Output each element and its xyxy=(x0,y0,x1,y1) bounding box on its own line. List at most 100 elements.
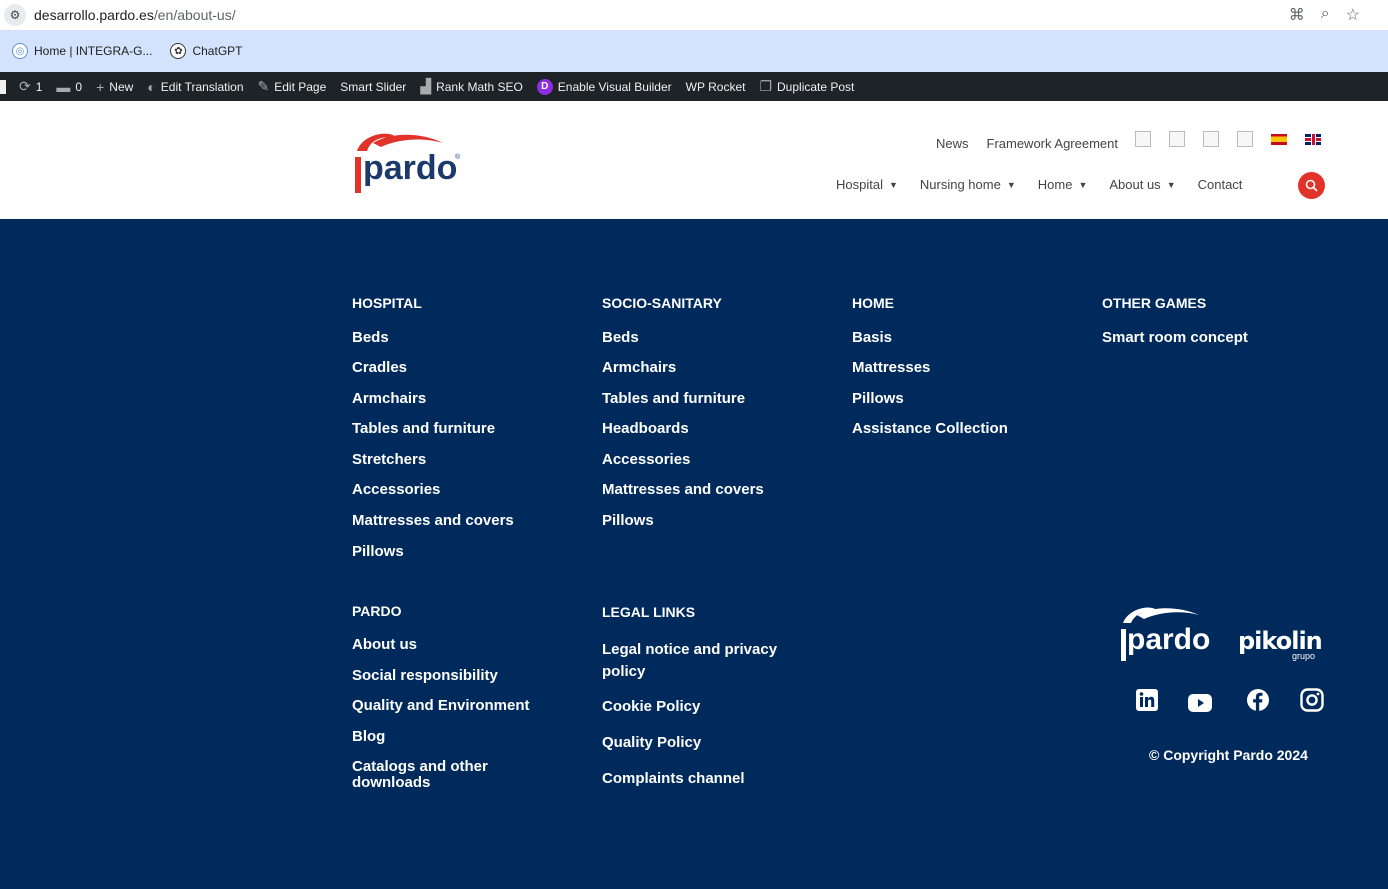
footer-link[interactable]: Stretchers xyxy=(352,451,426,468)
nav-hospital[interactable]: Hospital ▼ xyxy=(836,177,898,192)
flag-image-icon[interactable] xyxy=(1203,131,1219,147)
bookmark-star-icon[interactable]: ☆ xyxy=(1346,5,1360,25)
footer-link[interactable]: Catalogs and other downloads xyxy=(352,759,542,791)
copyright-text: © Copyright Pardo 2024 xyxy=(1149,747,1308,763)
search-icon xyxy=(1305,179,1318,192)
nav-news[interactable]: News xyxy=(936,136,969,151)
english-flag-icon[interactable] xyxy=(1305,133,1321,145)
bookmarks-bar: ◎ Home | INTEGRA-G... ✿ ChatGPT xyxy=(0,30,1388,72)
translate-icon[interactable]: ⌘ xyxy=(1289,5,1305,25)
footer-link[interactable]: Beds xyxy=(352,329,389,346)
chart-icon: ▟ xyxy=(420,78,432,94)
footer-link[interactable]: Tables and furniture xyxy=(352,420,495,437)
new-item[interactable]: + New xyxy=(89,72,140,101)
footer-link[interactable]: Social responsibility xyxy=(352,667,498,684)
url-path: /en/about-us/ xyxy=(153,7,236,23)
pencil-icon: ✎ xyxy=(257,78,270,94)
duplicate-post-label: Duplicate Post xyxy=(777,79,855,94)
footer-link[interactable]: Basis xyxy=(852,329,892,346)
youtube-icon[interactable] xyxy=(1188,691,1212,715)
footer-heading-other-games: OTHER GAMES xyxy=(1102,295,1207,311)
footer-link[interactable]: Cookie Policy xyxy=(602,698,700,715)
spanish-flag-icon[interactable] xyxy=(1271,133,1287,145)
divi-icon: D xyxy=(536,78,553,95)
updates-count: 1 xyxy=(35,79,43,94)
nav-contact[interactable]: Contact xyxy=(1198,177,1243,192)
nav-home[interactable]: Home ▼ xyxy=(1038,177,1088,192)
footer-heading-hospital: HOSPITAL xyxy=(352,295,422,311)
bookmark-integra[interactable]: ◎ Home | INTEGRA-G... xyxy=(12,43,152,59)
duplicate-post-item[interactable]: ❐ Duplicate Post xyxy=(752,72,861,101)
edit-translation-item[interactable]: ◐ Edit Translation xyxy=(140,72,250,101)
footer-link[interactable]: Quality and Environment xyxy=(352,697,530,714)
footer-link[interactable]: Mattresses and covers xyxy=(352,512,514,529)
footer-link[interactable]: About us xyxy=(352,636,417,653)
flag-image-icon[interactable] xyxy=(1237,131,1253,147)
facebook-icon[interactable] xyxy=(1246,688,1270,712)
footer-link[interactable]: Blog xyxy=(352,728,385,745)
comments-count: 0 xyxy=(75,79,83,94)
footer-link[interactable]: Accessories xyxy=(602,451,690,468)
flag-image-icon[interactable] xyxy=(1169,131,1185,147)
comments-item[interactable]: ▬ 0 xyxy=(49,72,89,101)
smart-slider-item[interactable]: Smart Slider xyxy=(333,72,413,101)
footer-link[interactable]: Pillows xyxy=(852,390,904,407)
footer-heading-legal-links: LEGAL LINKS xyxy=(602,604,696,620)
footer-link[interactable]: Accessories xyxy=(352,481,440,498)
zoom-icon[interactable]: ⌕ xyxy=(1321,5,1330,25)
visual-builder-item[interactable]: D Enable Visual Builder xyxy=(530,72,679,101)
duplicate-icon: ❐ xyxy=(759,78,773,94)
visual-builder-label: Enable Visual Builder xyxy=(557,79,672,94)
linkedin-icon[interactable] xyxy=(1135,688,1159,712)
footer-heading-pardo: PARDO xyxy=(352,603,402,619)
footer-link[interactable]: Mattresses xyxy=(852,359,930,376)
bookmark-chatgpt[interactable]: ✿ ChatGPT xyxy=(170,43,242,59)
rank-math-item[interactable]: ▟ Rank Math SEO xyxy=(413,72,529,101)
updates-item[interactable]: ⟳ 1 xyxy=(12,72,49,101)
url-domain: desarrollo.pardo.es xyxy=(34,7,154,23)
nav-label: Nursing home xyxy=(919,177,1001,192)
flag-image-icon[interactable] xyxy=(1135,131,1151,147)
nav-label: About us xyxy=(1109,177,1161,192)
wp-rocket-label: WP Rocket xyxy=(685,79,746,94)
search-button[interactable] xyxy=(1298,172,1325,199)
admin-menu-edge[interactable] xyxy=(0,79,6,94)
top-nav: News Framework Agreement xyxy=(936,136,1118,151)
site-footer: HOSPITAL Beds Cradles Armchairs Tables a… xyxy=(0,219,1388,889)
footer-link[interactable]: Armchairs xyxy=(602,359,676,376)
footer-link[interactable]: Tables and furniture xyxy=(602,390,745,407)
nav-framework-agreement[interactable]: Framework Agreement xyxy=(987,136,1119,151)
footer-link[interactable]: Headboards xyxy=(602,420,689,437)
nav-nursing-home[interactable]: Nursing home ▼ xyxy=(920,177,1016,192)
footer-link[interactable]: Cradles xyxy=(352,359,407,376)
instagram-icon[interactable] xyxy=(1300,688,1324,712)
footer-link[interactable]: Smart room concept xyxy=(1102,329,1248,346)
nav-label: Contact xyxy=(1197,177,1243,192)
wp-rocket-item[interactable]: WP Rocket xyxy=(679,72,753,101)
url-field[interactable]: desarrollo.pardo.es/en/about-us/ xyxy=(34,7,236,23)
wp-admin-bar: ⟳ 1 ▬ 0 + New ◐ Edit Translation ✎ Edit Page … xyxy=(0,72,1388,101)
chevron-down-icon: ▼ xyxy=(1078,179,1088,190)
footer-heading-socio-sanitary: SOCIO-SANITARY xyxy=(602,295,722,311)
footer-link[interactable]: Assistance Collection xyxy=(852,420,1008,437)
edit-page-item[interactable]: ✎ Edit Page xyxy=(251,72,334,101)
bookmark-label: Home | INTEGRA-G... xyxy=(34,44,153,58)
pardo-footer-logo: pardo xyxy=(1121,607,1210,661)
comment-icon: ▬ xyxy=(56,78,71,95)
chevron-down-icon: ▼ xyxy=(888,179,898,190)
footer-link[interactable]: Armchairs xyxy=(352,390,426,407)
footer-link[interactable]: Beds xyxy=(602,329,639,346)
nav-about-us[interactable]: About us ▼ xyxy=(1109,177,1175,192)
footer-link[interactable]: Legal notice and privacy policy xyxy=(602,639,802,683)
smart-slider-label: Smart Slider xyxy=(340,79,407,94)
site-info-icon[interactable]: ⚙ xyxy=(4,4,26,26)
pardo-logo[interactable]: pardo ® xyxy=(353,129,465,195)
footer-link[interactable]: Pillows xyxy=(602,512,654,529)
browser-address-bar: ⚙ desarrollo.pardo.es/en/about-us/ ⌘ ⌕ ☆ xyxy=(0,0,1388,30)
refresh-icon: ⟳ xyxy=(19,78,31,94)
footer-link[interactable]: Quality Policy xyxy=(602,734,701,751)
footer-link[interactable]: Complaints channel xyxy=(602,770,745,787)
edit-translation-label: Edit Translation xyxy=(160,79,244,94)
footer-link[interactable]: Mattresses and covers xyxy=(602,481,764,498)
footer-link[interactable]: Pillows xyxy=(352,543,404,560)
